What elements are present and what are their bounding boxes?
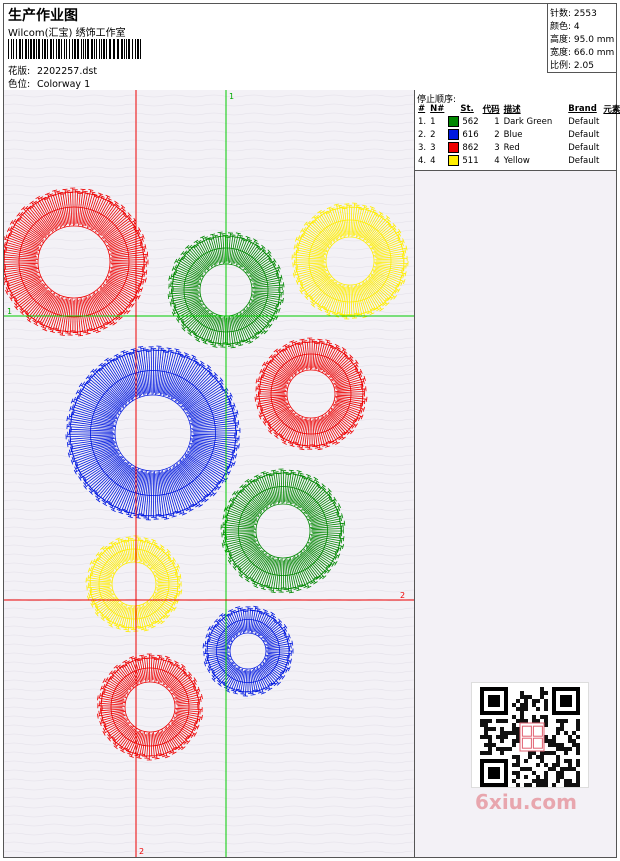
guide-label-green-top: 1 <box>229 92 234 101</box>
col-header-description: 描述 <box>503 105 521 115</box>
color-swatch <box>448 116 460 127</box>
row-stitch-count: 862 <box>462 143 479 153</box>
row-stitches: 511 <box>446 154 480 167</box>
sheet-title: 生产作业图 <box>8 8 78 24</box>
design-file-line: 花版: 2202257.dst <box>8 63 97 77</box>
row-index: 3. <box>418 142 427 153</box>
row-brand: Default <box>568 116 600 127</box>
embroidery-ring <box>65 345 241 521</box>
col-header-brand: Brand <box>568 104 597 114</box>
row-code: 4 <box>494 155 500 166</box>
table-row[interactable]: 1. 1 562 1 Dark Green Default <box>416 115 620 128</box>
row-description: Red <box>503 142 520 153</box>
row-stitches: 616 <box>446 128 480 141</box>
embroidery-ring <box>220 468 346 594</box>
row-description: Yellow <box>503 155 530 166</box>
design-stats-box: 针数: 2553 颜色: 4 高度: 95.0 mm 宽度: 66.0 mm 比… <box>547 4 617 73</box>
guide-label-green-left: 1 <box>7 307 12 316</box>
row-index: 4. <box>418 155 427 166</box>
color-swatch <box>448 129 460 140</box>
color-swatch <box>448 142 460 153</box>
colorway-label: 色位: <box>8 79 31 90</box>
row-stitches: 562 <box>446 115 480 128</box>
sheet-header: 生产作业图 Wilcom(汇宝) 绣饰工作室 花版: 2202257.dst 色… <box>4 4 617 91</box>
row-element <box>601 128 620 141</box>
guide-label-red-bottom: 2 <box>139 847 144 856</box>
row-needle: 3 <box>430 142 436 153</box>
design-canvas[interactable]: 1 1 2 2 <box>4 90 415 857</box>
row-needle: 4 <box>430 155 436 166</box>
row-stitch-count: 616 <box>462 130 479 140</box>
embroidery-ring <box>202 605 294 697</box>
design-height: 高度: 95.0 mm <box>550 35 615 45</box>
stop-table-header: # N# St. 代码 描述 Brand 元素 <box>416 103 620 115</box>
row-code: 1 <box>494 116 500 127</box>
stop-sequence-table: # N# St. 代码 描述 Brand 元素 1. 1 562 1 Dark … <box>416 103 620 167</box>
company-name: Wilcom(汇宝) 绣饰工作室 <box>8 28 126 39</box>
embroidery-ring <box>4 187 149 337</box>
embroidery-ring <box>291 202 409 320</box>
row-index: 2. <box>418 129 427 140</box>
row-code: 3 <box>494 142 500 153</box>
table-row[interactable]: 3. 3 862 3 Red Default <box>416 141 620 154</box>
row-element <box>601 141 620 154</box>
row-stitches: 862 <box>446 141 480 154</box>
col-header-needle: N# <box>430 104 445 114</box>
table-row[interactable]: 4. 4 511 4 Yellow Default <box>416 154 620 167</box>
row-index: 1. <box>418 116 427 127</box>
design-width: 宽度: 66.0 mm <box>550 48 615 58</box>
row-brand: Default <box>568 142 600 153</box>
row-brand: Default <box>568 129 600 140</box>
color-swatch <box>448 155 460 166</box>
row-element <box>601 115 620 128</box>
col-header-stitches: St. <box>460 104 474 114</box>
guide-label-red-right: 2 <box>400 591 405 600</box>
row-stitch-count: 511 <box>462 156 479 166</box>
embroidery-ring <box>97 653 203 761</box>
row-element <box>601 154 620 167</box>
col-header-index: # <box>418 104 426 114</box>
color-count: 颜色: 4 <box>550 22 580 32</box>
col-header-code: 代码 <box>482 105 500 115</box>
row-description: Blue <box>503 129 523 140</box>
design-scale: 比例: 2.05 <box>550 61 594 71</box>
barcode-icon <box>8 39 141 59</box>
info-panel: 停止顺序: # N# St. 代码 描述 Brand 元素 1. 1 562 1… <box>415 90 620 857</box>
production-sheet: 生产作业图 Wilcom(汇宝) 绣饰工作室 花版: 2202257.dst 色… <box>3 3 620 858</box>
design-label: 花版: <box>8 66 31 77</box>
row-brand: Default <box>568 155 600 166</box>
stop-sequence-box: 停止顺序: # N# St. 代码 描述 Brand 元素 1. 1 562 1… <box>415 90 620 171</box>
watermark-logo: 6xiu.com <box>475 790 577 814</box>
row-needle: 1 <box>430 116 436 127</box>
colorway-value: Colorway 1 <box>37 79 91 90</box>
qr-code-icon[interactable] <box>471 682 589 788</box>
row-needle: 2 <box>430 129 436 140</box>
table-row[interactable]: 2. 2 616 2 Blue Default <box>416 128 620 141</box>
col-header-element: 元素 <box>603 105 620 115</box>
stitch-count: 针数: 2553 <box>550 9 597 19</box>
row-code: 2 <box>494 129 500 140</box>
row-stitch-count: 562 <box>462 117 479 127</box>
row-description: Dark Green <box>503 116 553 127</box>
colorway-line: 色位: Colorway 1 <box>8 76 90 90</box>
embroidery-preview: 1 1 2 2 <box>4 90 414 857</box>
